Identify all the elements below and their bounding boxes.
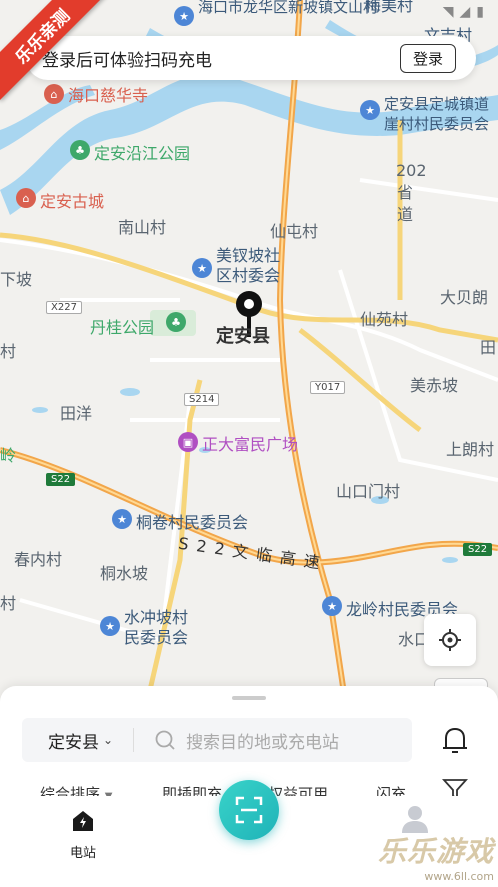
- label-nanshan: 南山村: [118, 218, 167, 237]
- label-dabeilang: 大贝朗: [440, 288, 489, 307]
- login-prompt-text: 登录后可体验扫码充电: [42, 50, 212, 71]
- bell-icon[interactable]: [440, 724, 470, 756]
- label-shankoumen: 山口门村: [336, 482, 401, 501]
- app-screen: ★ 海口市龙华区新坡镇文山村 梅美村 文吉村 ⌂ 海口慈华寺 ♣ 定安沿江公园 …: [0, 0, 498, 887]
- committee-poi-icon: ★: [360, 100, 380, 120]
- watermark: 乐乐游戏 www.6ll.com: [378, 830, 494, 883]
- battery-icon: ▮: [476, 4, 484, 20]
- scan-icon: [235, 796, 263, 824]
- road-shield-s22-left: S22: [46, 473, 76, 486]
- search-bar: 定安县 ⌄ 搜索目的地或充电站: [22, 718, 412, 762]
- search-input[interactable]: 搜索目的地或充电站: [134, 728, 339, 753]
- label-top-right: 梅美村: [365, 0, 414, 15]
- road-shield-s22-right: S22: [463, 543, 493, 556]
- tab-station-label: 电站: [69, 846, 96, 861]
- sheet-drag-handle[interactable]: [232, 696, 266, 700]
- label-tongjuan: 桐卷村民委员会: [136, 513, 249, 532]
- label-shuichongpo: 水冲坡村民委员会: [124, 608, 189, 647]
- region-label: 定安县: [48, 732, 99, 753]
- label-haikou-cihua: 海口慈华寺: [68, 86, 149, 105]
- signal-icon: ◢: [459, 4, 471, 20]
- plaza-poi-icon: ▣: [178, 432, 198, 452]
- label-right-edge-tian: 田: [480, 338, 497, 357]
- community-poi-icon: ★: [192, 258, 212, 278]
- label-left-edge-cun: 村: [0, 342, 17, 361]
- wifi-icon: ◥: [442, 4, 454, 20]
- label-top-village: 海口市龙华区新坡镇文山村: [198, 0, 379, 16]
- temple-poi-icon: ⌂: [44, 84, 64, 104]
- label-xiapo: 下坡: [0, 270, 33, 289]
- map-view[interactable]: ★ 海口市龙华区新坡镇文山村 梅美村 文吉村 ⌂ 海口慈华寺 ♣ 定安沿江公园 …: [0, 0, 498, 700]
- chevron-down-icon: ⌄: [103, 733, 114, 747]
- label-meichipo: 美赤坡: [410, 376, 459, 395]
- label-dingcheng-committee: 定安县定城镇道崖村村民委员会: [384, 95, 490, 133]
- region-selector[interactable]: 定安县 ⌄: [22, 728, 135, 753]
- road-shield-x227: X227: [46, 301, 82, 314]
- label-chunnei: 春内村: [14, 550, 63, 569]
- station-icon: [73, 811, 93, 831]
- ancient-city-poi-icon: ⌂: [16, 188, 36, 208]
- label-river-park: 定安沿江公园: [94, 144, 191, 163]
- label-provincial-202: 202省道: [396, 161, 427, 224]
- search-placeholder: 搜索目的地或充电站: [186, 732, 340, 753]
- longling-poi-icon: ★: [322, 596, 342, 616]
- scan-button[interactable]: [219, 780, 279, 840]
- shuichongpo-poi-icon: ★: [100, 616, 120, 636]
- label-left-edge-ling: 岭: [0, 446, 17, 465]
- search-icon: [155, 730, 175, 750]
- label-ancient-city: 定安古城: [40, 192, 105, 211]
- label-xianyuan: 仙苑村: [360, 310, 409, 329]
- login-button[interactable]: 登录: [399, 43, 456, 73]
- label-xiantun: 仙屯村: [270, 222, 319, 241]
- locate-button[interactable]: [424, 614, 476, 666]
- label-tianyang: 田洋: [60, 404, 93, 423]
- locate-icon: [439, 629, 461, 651]
- label-tongshuipo: 桐水坡: [100, 564, 149, 583]
- label-bottom-left-cun: 村: [0, 594, 17, 613]
- park-poi-icon: ♣: [70, 140, 90, 160]
- tab-station[interactable]: 电站: [58, 808, 108, 861]
- road-shield-s214: S214: [184, 393, 220, 406]
- tongjuan-poi-icon: ★: [112, 509, 132, 529]
- label-dingan-county: 定安县: [216, 326, 270, 347]
- status-bar: ◥ ◢ ▮: [443, 0, 484, 24]
- tab-bar: 电站 乐乐游戏 www.6ll.com: [0, 780, 498, 887]
- label-dangui-park: 丹桂公园: [90, 318, 155, 337]
- label-zhengda-plaza: 正大富民广场: [202, 435, 299, 454]
- login-banner[interactable]: 登录后可体验扫码充电 登录: [26, 36, 476, 80]
- watermark-url: www.6ll.com: [424, 870, 494, 883]
- label-shanglang: 上朗村: [446, 440, 495, 459]
- watermark-title: 乐乐游戏: [377, 835, 494, 868]
- village-poi-icon: ★: [174, 6, 194, 26]
- road-shield-y017: Y017: [310, 381, 346, 394]
- dangui-park-icon: ♣: [166, 312, 186, 332]
- label-meizuopo: 美钗坡社区村委会: [216, 246, 281, 285]
